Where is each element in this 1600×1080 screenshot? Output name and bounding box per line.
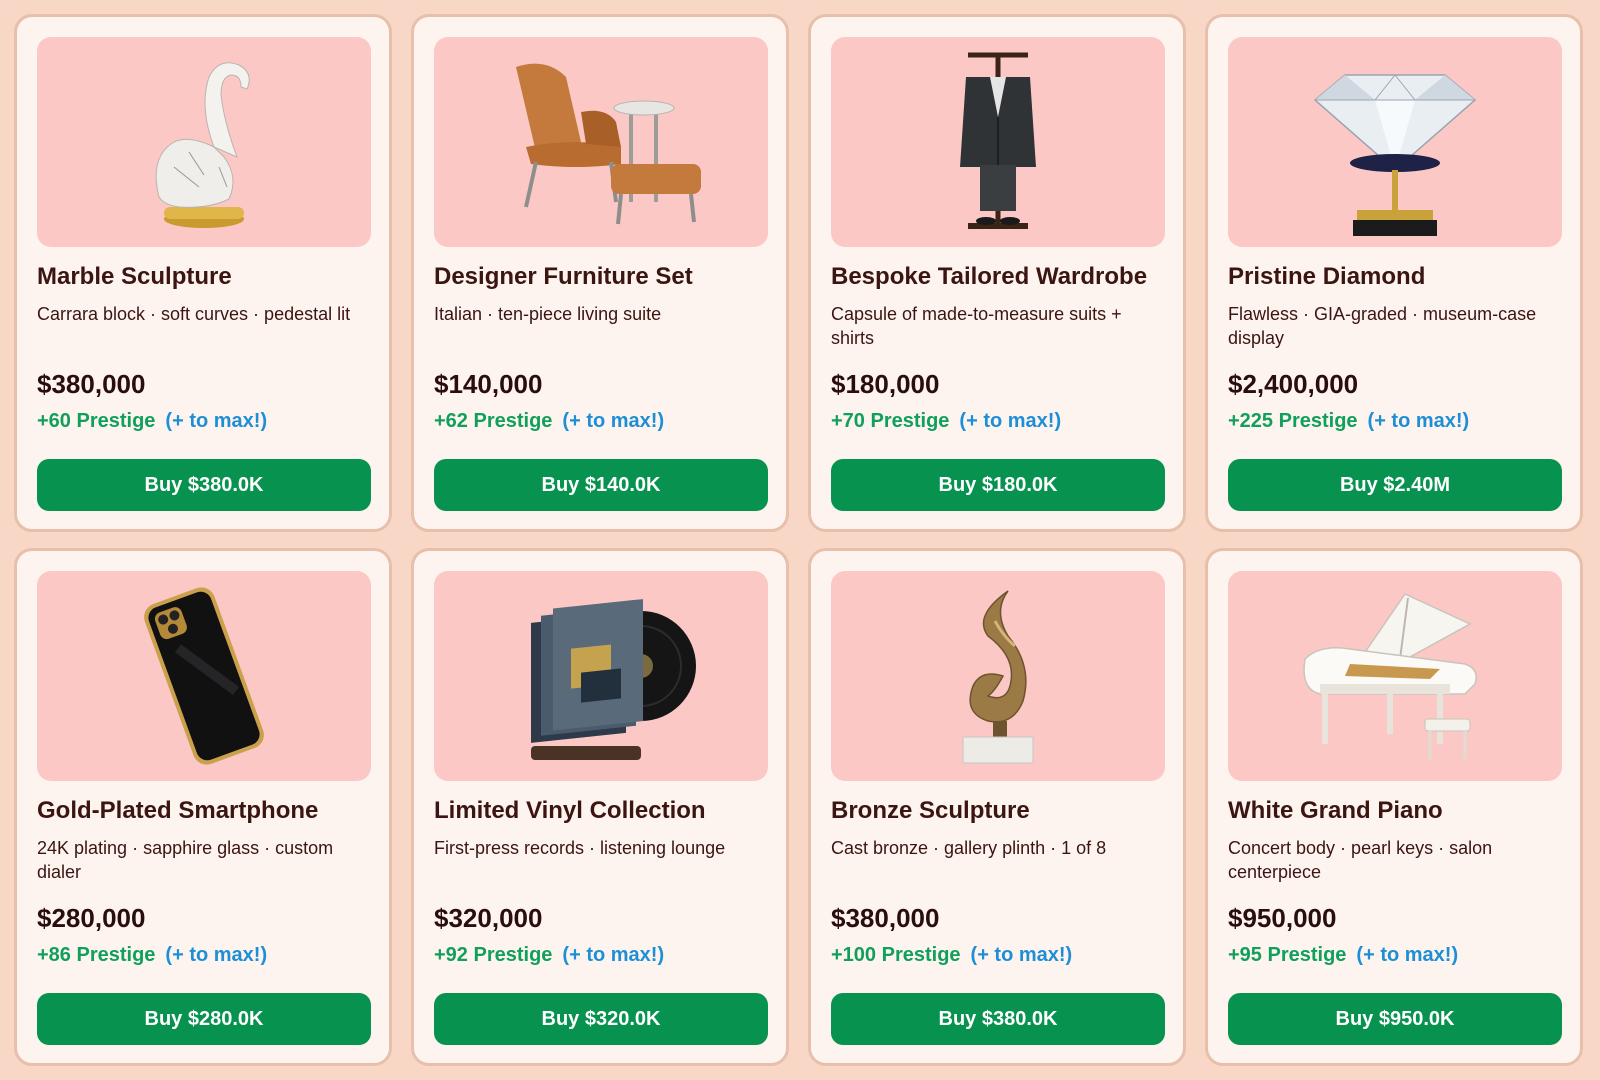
to-max-hint[interactable]: (+ to max!) (1368, 410, 1470, 432)
item-card-bespoke-tailored-wardrobe: Bespoke Tailored Wardrobe Capsule of mad… (808, 14, 1186, 532)
item-description: Italian · ten-piece living suite (434, 304, 662, 324)
item-image (434, 571, 768, 781)
item-card-designer-furniture-set: Designer Furniture Set Italian · ten-pie… (411, 14, 789, 532)
item-title: Marble Sculpture (37, 263, 232, 290)
item-title: Bronze Sculpture (831, 797, 1030, 824)
prestige-value: +95 Prestige (1228, 944, 1347, 966)
buy-button[interactable]: Buy $380.0K (831, 993, 1165, 1045)
vinyl-records-icon (531, 599, 696, 760)
to-max-hint[interactable]: (+ to max!) (1356, 944, 1458, 966)
to-max-hint[interactable]: (+ to max!) (562, 944, 664, 966)
item-price: $380,000 (37, 369, 146, 399)
shop-grid: Marble Sculpture Carrara block · soft cu… (0, 0, 1600, 1080)
buy-button[interactable]: Buy $380.0K (37, 459, 371, 511)
prestige-value: +60 Prestige (37, 410, 156, 432)
to-max-hint[interactable]: (+ to max!) (562, 410, 664, 432)
item-description: Cast bronze · gallery plinth · 1 of 8 (831, 838, 1107, 858)
buy-button[interactable]: Buy $280.0K (37, 993, 371, 1045)
prestige-row: +86 Prestige (+ to max!) (37, 942, 369, 968)
prestige-value: +62 Prestige (434, 410, 553, 432)
buy-button[interactable]: Buy $180.0K (831, 459, 1165, 511)
item-image (37, 571, 371, 781)
prestige-value: +86 Prestige (37, 944, 156, 966)
prestige-value: +70 Prestige (831, 410, 950, 432)
item-description: Capsule of made-to-measure suits + shirt… (831, 304, 1122, 348)
prestige-row: +92 Prestige (+ to max!) (434, 942, 766, 968)
prestige-row: +62 Prestige (+ to max!) (434, 408, 766, 434)
item-card-white-grand-piano: White Grand Piano Concert body · pearl k… (1205, 548, 1583, 1066)
item-image (831, 37, 1165, 247)
item-price: $280,000 (37, 903, 146, 933)
item-description: Flawless · GIA-graded · museum-case disp… (1228, 304, 1537, 348)
item-price: $140,000 (434, 369, 543, 399)
to-max-hint[interactable]: (+ to max!) (971, 944, 1073, 966)
item-image (1228, 571, 1562, 781)
item-price: $320,000 (434, 903, 543, 933)
lounge-chair-ottoman-icon (516, 63, 701, 225)
white-grand-piano-icon (1303, 592, 1477, 759)
item-image (1228, 37, 1562, 247)
prestige-row: +60 Prestige (+ to max!) (37, 408, 369, 434)
diamond-on-pedestal-icon (1313, 73, 1477, 236)
item-card-pristine-diamond: Pristine Diamond Flawless · GIA-graded ·… (1205, 14, 1583, 532)
item-title: White Grand Piano (1228, 797, 1443, 824)
item-card-bronze-sculpture: Bronze Sculpture Cast bronze · gallery p… (808, 548, 1186, 1066)
buy-button[interactable]: Buy $320.0K (434, 993, 768, 1045)
item-image (37, 37, 371, 247)
buy-button[interactable]: Buy $2.40M (1228, 459, 1562, 511)
bronze-abstract-sculpture-icon (962, 590, 1034, 764)
item-price: $380,000 (831, 903, 940, 933)
item-title: Pristine Diamond (1228, 263, 1426, 290)
item-title: Gold-Plated Smartphone (37, 797, 319, 824)
item-title: Bespoke Tailored Wardrobe (831, 263, 1148, 290)
prestige-row: +100 Prestige (+ to max!) (831, 942, 1163, 968)
item-price: $2,400,000 (1228, 369, 1359, 399)
prestige-row: +95 Prestige (+ to max!) (1228, 942, 1560, 968)
buy-button[interactable]: Buy $950.0K (1228, 993, 1562, 1045)
to-max-hint[interactable]: (+ to max!) (165, 410, 267, 432)
item-description: Carrara block · soft curves · pedestal l… (37, 304, 351, 324)
marble-swan-sculpture-icon (155, 62, 250, 228)
prestige-value: +100 Prestige (831, 944, 961, 966)
item-description: 24K plating · sapphire glass · custom di… (37, 838, 334, 882)
item-card-limited-vinyl-collection: Limited Vinyl Collection First-press rec… (411, 548, 789, 1066)
item-card-gold-plated-smartphone: Gold-Plated Smartphone 24K plating · sap… (14, 548, 392, 1066)
to-max-hint[interactable]: (+ to max!) (165, 944, 267, 966)
suit-valet-stand-icon (960, 52, 1036, 229)
prestige-row: +70 Prestige (+ to max!) (831, 408, 1163, 434)
gold-smartphone-icon (144, 587, 264, 765)
buy-button[interactable]: Buy $140.0K (434, 459, 768, 511)
item-price: $950,000 (1228, 903, 1337, 933)
item-image (434, 37, 768, 247)
item-description: Concert body · pearl keys · salon center… (1228, 838, 1493, 882)
to-max-hint[interactable]: (+ to max!) (959, 410, 1061, 432)
prestige-value: +225 Prestige (1228, 410, 1358, 432)
item-description: First-press records · listening lounge (434, 838, 726, 858)
prestige-value: +92 Prestige (434, 944, 553, 966)
prestige-row: +225 Prestige (+ to max!) (1228, 408, 1560, 434)
item-title: Limited Vinyl Collection (434, 797, 706, 824)
item-image (831, 571, 1165, 781)
item-price: $180,000 (831, 369, 940, 399)
item-title: Designer Furniture Set (434, 263, 693, 290)
item-card-marble-sculpture: Marble Sculpture Carrara block · soft cu… (14, 14, 392, 532)
